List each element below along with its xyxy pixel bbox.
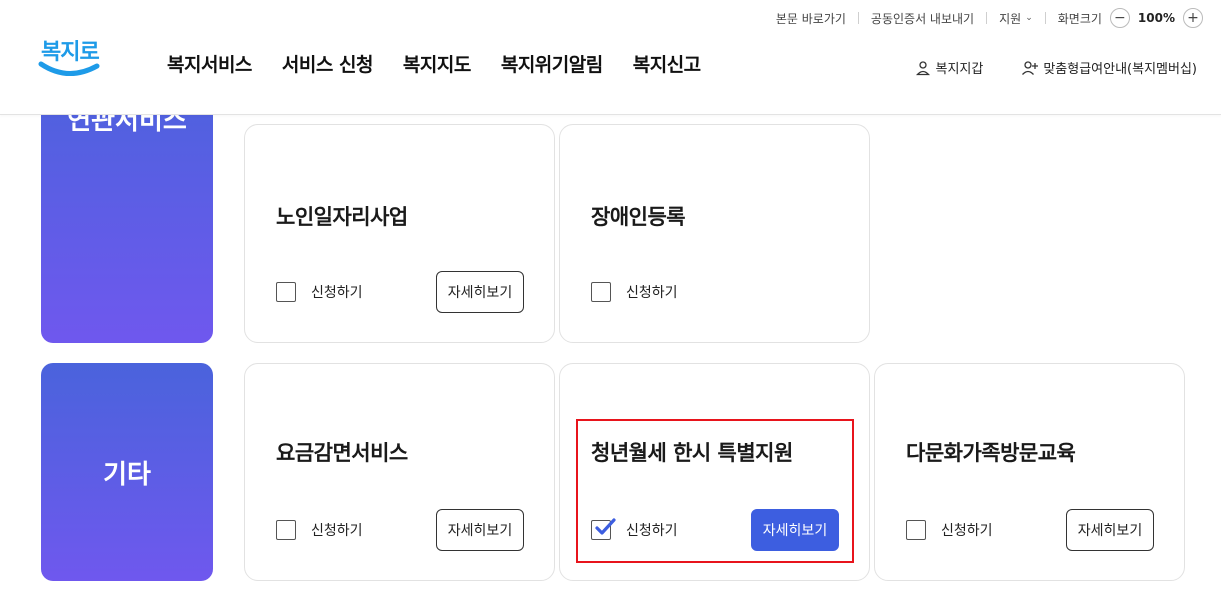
checkbox-icon[interactable] — [276, 520, 296, 540]
checkbox-checked-icon[interactable] — [591, 518, 616, 540]
service-card: 다문화가족방문교육 신청하기 자세히보기 — [874, 363, 1185, 581]
checkbox-icon[interactable] — [591, 282, 611, 302]
service-title: 청년월세 한시 특별지원 — [591, 441, 793, 465]
nav-welfare-services[interactable]: 복지서비스 — [167, 50, 252, 77]
utility-bar: 본문 바로가기 공동인증서 내보내기 지원 ⌄ 화면크기 − 100% + — [776, 8, 1203, 28]
service-title: 노인일자리사업 — [276, 205, 408, 229]
detail-button[interactable]: 자세히보기 — [436, 509, 524, 551]
nav-crisis-alert[interactable]: 복지위기알림 — [501, 50, 603, 77]
divider — [1044, 12, 1046, 24]
checkmark-icon — [595, 518, 616, 535]
user-icon — [915, 60, 931, 76]
apply-label: 신청하기 — [311, 523, 363, 539]
category-label: 기타 — [103, 459, 151, 490]
apply-label: 신청하기 — [626, 523, 678, 539]
service-card: 장애인등록 신청하기 — [559, 124, 870, 343]
detail-button[interactable]: 자세히보기 — [436, 271, 524, 313]
service-card: 요금감면서비스 신청하기 자세히보기 — [244, 363, 555, 581]
user-add-icon — [1021, 60, 1039, 76]
zoom-in-button[interactable]: + — [1183, 8, 1203, 28]
chevron-down-icon: ⌄ — [1025, 13, 1033, 23]
service-card: 노인일자리사업 신청하기 자세히보기 — [244, 124, 555, 343]
zoom-label: 화면크기 — [1057, 11, 1102, 26]
detail-button[interactable]: 자세히보기 — [1066, 509, 1154, 551]
global-nav: 복지서비스 서비스 신청 복지지도 복지위기알림 복지신고 — [167, 50, 701, 77]
membership-label: 맞춤형급여안내(복지멤버십) — [1043, 62, 1197, 77]
service-title: 요금감면서비스 — [276, 441, 408, 465]
site-header: 본문 바로가기 공동인증서 내보내기 지원 ⌄ 화면크기 − 100% + 복지… — [0, 0, 1221, 115]
site-logo[interactable]: 복지로 — [38, 34, 100, 80]
apply-checkbox[interactable]: 신청하기 — [276, 282, 363, 302]
zoom-level: 100% — [1137, 11, 1175, 25]
membership-link[interactable]: 맞춤형급여안내(복지멤버십) — [1021, 58, 1197, 77]
wallet-link[interactable]: 복지지갑 — [915, 58, 983, 77]
detail-button[interactable]: 자세히보기 — [751, 509, 839, 551]
category-panel-etc: 기타 — [41, 363, 213, 581]
nav-welfare-map[interactable]: 복지지도 — [403, 50, 471, 77]
support-dropdown[interactable]: 지원 ⌄ — [999, 10, 1033, 27]
checkbox-icon[interactable] — [276, 282, 296, 302]
skip-to-content-link[interactable]: 본문 바로가기 — [776, 10, 846, 27]
logo-swoosh-icon — [38, 61, 100, 76]
apply-checkbox[interactable]: 신청하기 — [591, 518, 678, 540]
service-title: 다문화가족방문교육 — [906, 441, 1076, 465]
apply-label: 신청하기 — [626, 285, 678, 301]
divider — [986, 12, 988, 24]
service-card: 청년월세 한시 특별지원 신청하기 자세히보기 — [559, 363, 870, 581]
service-title: 장애인등록 — [591, 205, 686, 229]
cert-export-link[interactable]: 공동인증서 내보내기 — [871, 10, 974, 27]
wallet-label: 복지지갑 — [935, 62, 984, 77]
checkbox-icon[interactable] — [906, 520, 926, 540]
nav-service-apply[interactable]: 서비스 신청 — [282, 50, 374, 77]
zoom-out-button[interactable]: − — [1109, 8, 1130, 28]
apply-checkbox[interactable]: 신청하기 — [906, 520, 993, 540]
apply-checkbox[interactable]: 신청하기 — [591, 282, 678, 302]
support-label: 지원 — [999, 11, 1022, 26]
apply-label: 신청하기 — [941, 523, 993, 539]
apply-label: 신청하기 — [311, 285, 363, 301]
nav-welfare-report[interactable]: 복지신고 — [633, 50, 701, 77]
apply-checkbox[interactable]: 신청하기 — [276, 520, 363, 540]
divider — [857, 12, 859, 24]
quick-links: 복지지갑 맞춤형급여안내(복지멤버십) — [915, 58, 1197, 77]
